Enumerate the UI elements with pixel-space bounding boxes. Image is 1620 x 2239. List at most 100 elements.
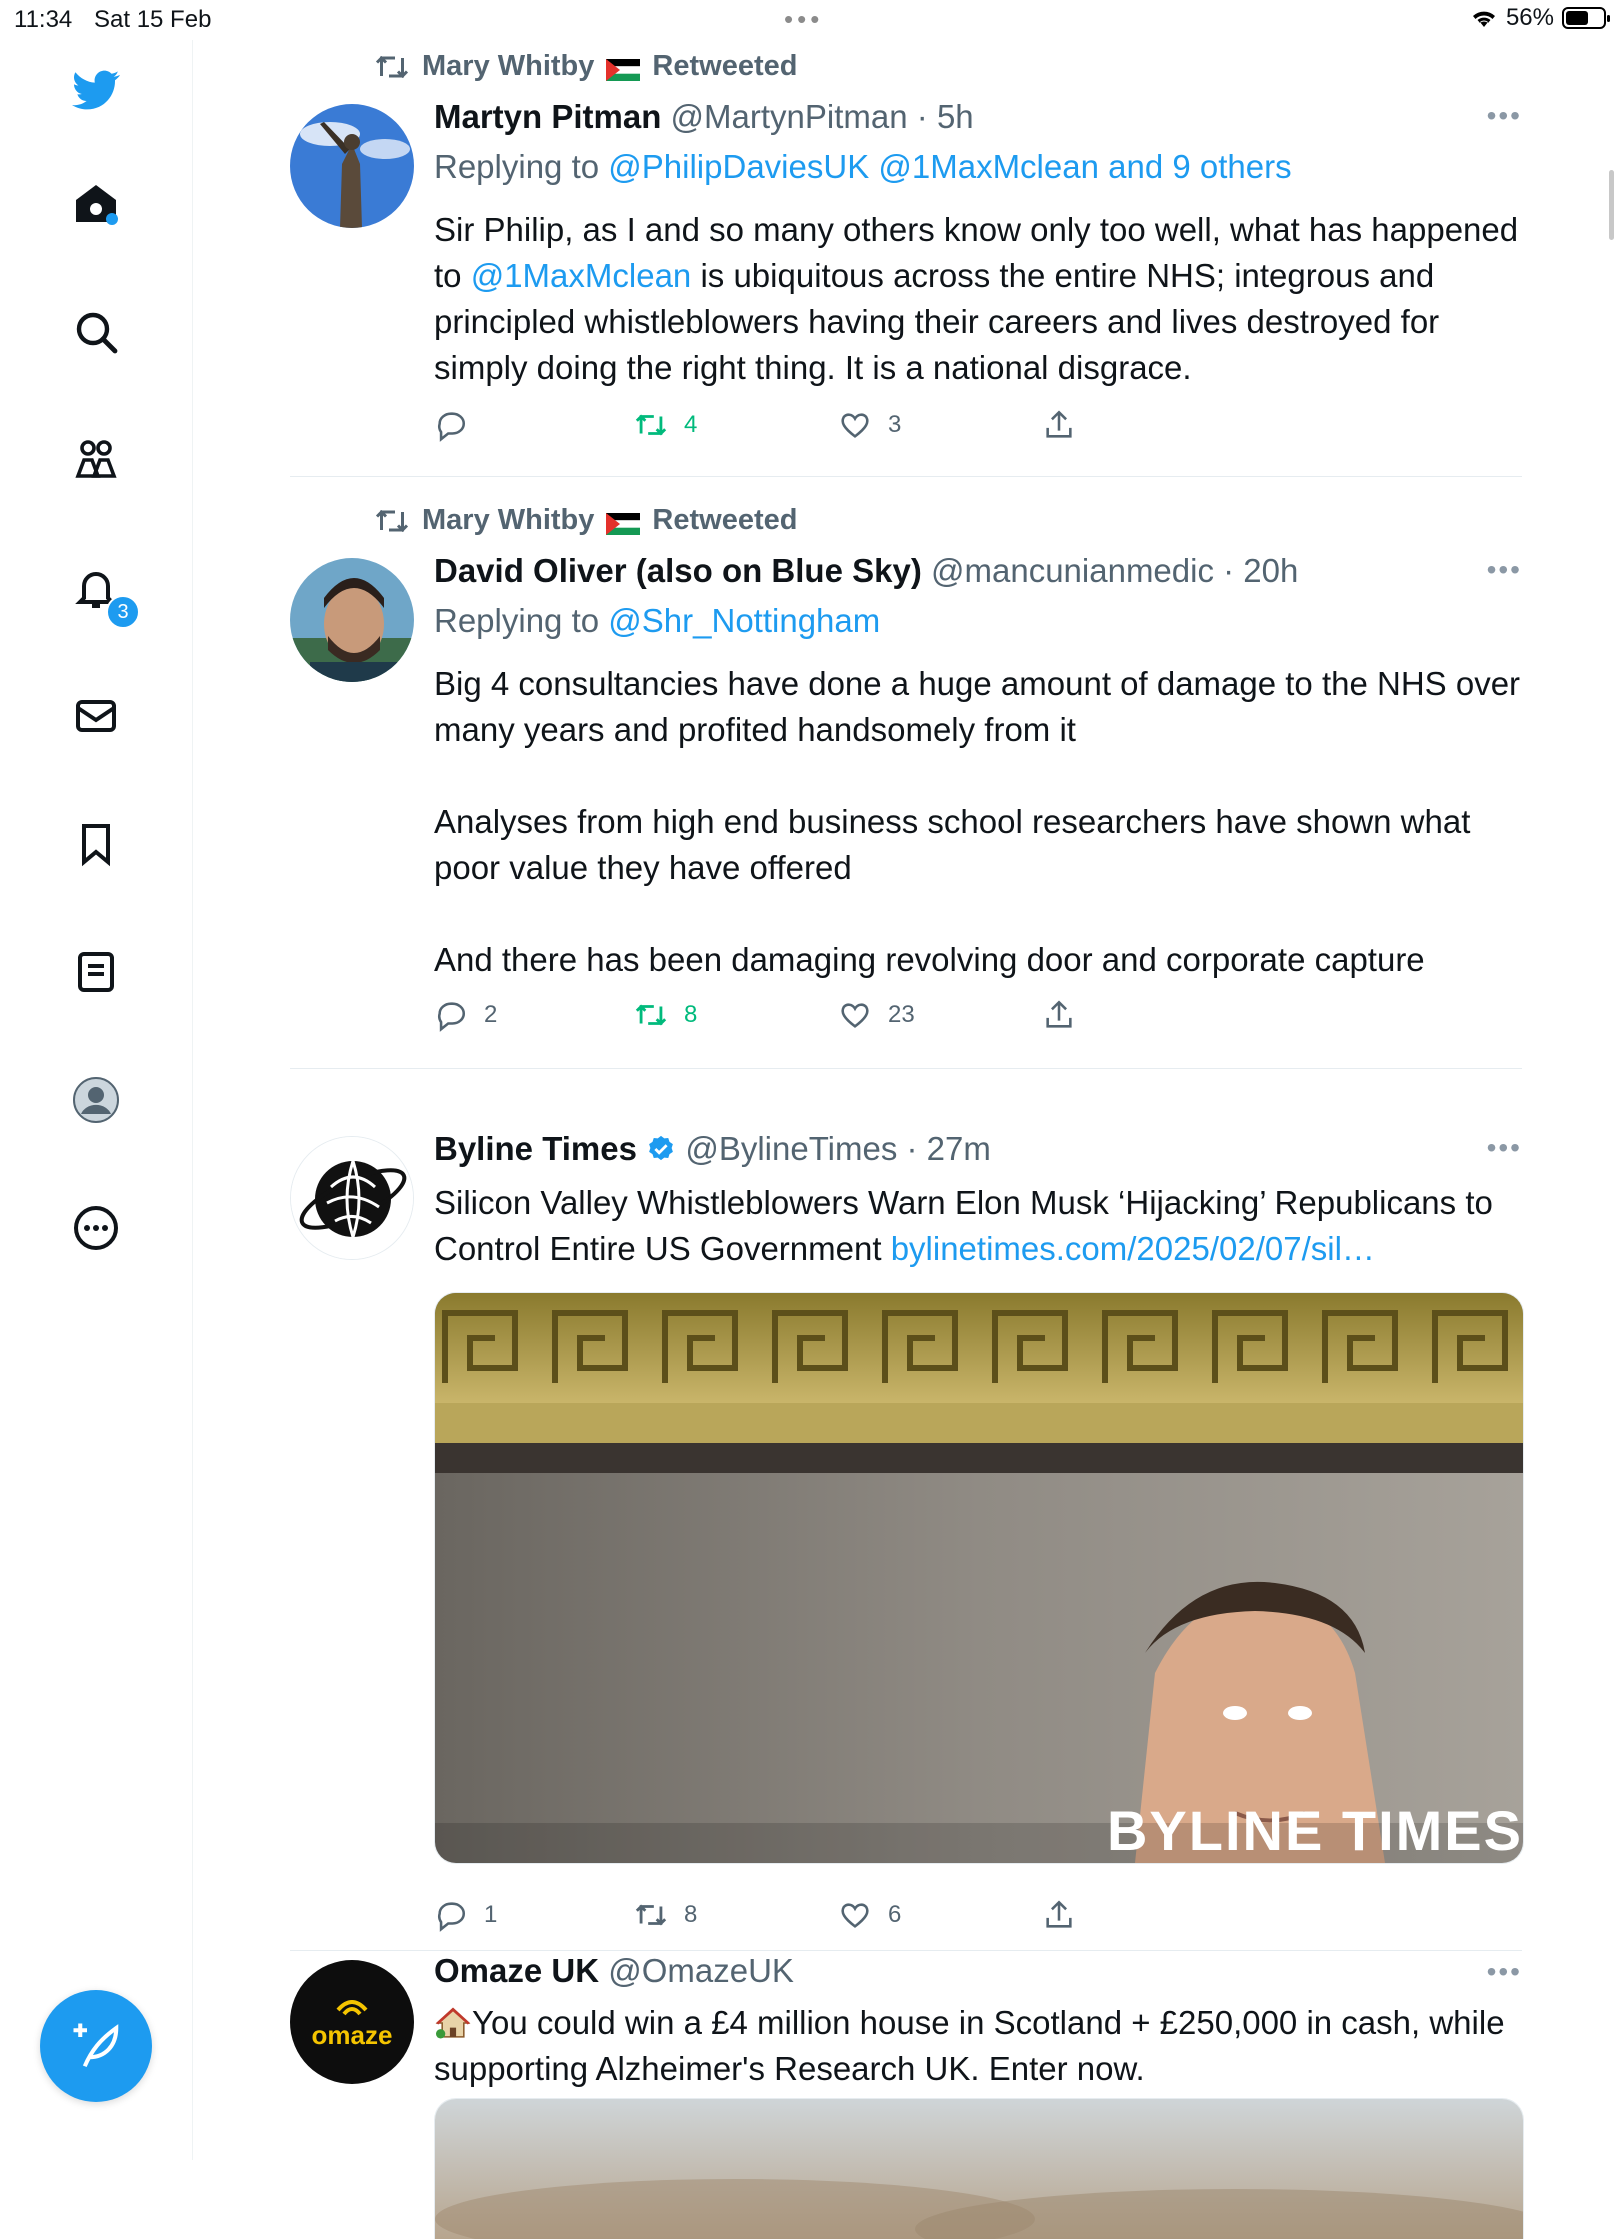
display-name[interactable]: Byline Times xyxy=(434,1130,637,1167)
divider xyxy=(290,1068,1522,1069)
replying-to-label: Replying to xyxy=(434,148,600,185)
tweet-image[interactable]: BYLINE TIMES xyxy=(434,1292,1524,1864)
more-options-icon[interactable]: ••• xyxy=(1487,1956,1522,1988)
share-button[interactable] xyxy=(1042,408,1076,442)
timestamp[interactable]: · 20h xyxy=(1223,552,1298,589)
more-options-icon[interactable]: ••• xyxy=(1487,1132,1522,1164)
timestamp[interactable]: · 27m xyxy=(907,1130,991,1167)
retweeted-label: Retweeted xyxy=(652,50,798,82)
replying-to: Replying to @Shr_Nottingham xyxy=(434,602,880,640)
tweet-text: Sir Philip, as I and so many others know… xyxy=(434,207,1524,391)
retweeted-by-name[interactable]: Mary Whitby xyxy=(422,50,594,83)
retweet-icon xyxy=(375,55,409,78)
tweet-actions: 4 3 xyxy=(434,408,1434,448)
battery-icon xyxy=(1562,7,1610,29)
twitter-logo-icon[interactable] xyxy=(70,64,122,116)
heart-icon xyxy=(841,1003,869,1028)
reply-button[interactable]: 1 xyxy=(434,1898,497,1932)
retweet-icon xyxy=(635,1904,667,1926)
house-emoji-icon xyxy=(435,2007,471,2039)
retweet-button[interactable]: 4 xyxy=(634,408,697,442)
mention-link[interactable]: @1MaxMclean xyxy=(471,257,692,294)
share-icon xyxy=(1046,410,1072,438)
like-button[interactable]: 6 xyxy=(838,1898,901,1932)
handle[interactable]: @BylineTimes xyxy=(685,1130,897,1167)
retweet-icon xyxy=(375,509,409,532)
status-date: Sat 15 Feb xyxy=(94,6,212,33)
retweet-icon xyxy=(635,414,667,436)
share-button[interactable] xyxy=(1042,998,1076,1032)
replying-to: Replying to @PhilipDaviesUK @1MaxMclean … xyxy=(434,148,1292,186)
handle[interactable]: @OmazeUK xyxy=(608,1952,794,1989)
retweet-context: Mary Whitby Retweeted xyxy=(374,50,797,83)
retweet-count: 8 xyxy=(684,1901,698,1928)
tweet-header: Omaze UK @OmazeUK xyxy=(434,1952,794,1990)
palestine-flag-icon xyxy=(606,510,641,535)
search-icon[interactable] xyxy=(70,306,122,358)
tweet-header: Martyn Pitman @MartynPitman · 5h xyxy=(434,98,974,136)
multitask-dots-icon[interactable]: ••• xyxy=(784,4,823,35)
tweet-text: You could win a £4 million house in Scot… xyxy=(434,2000,1524,2092)
display-name[interactable]: Martyn Pitman xyxy=(434,98,661,135)
tweet-paragraph: Analyses from high end business school r… xyxy=(434,803,1471,886)
tweet-image[interactable] xyxy=(434,2098,1524,2239)
wifi-icon xyxy=(1472,11,1495,27)
more-options-icon[interactable]: ••• xyxy=(1487,554,1522,586)
reply-count: 1 xyxy=(484,1901,498,1928)
like-button[interactable]: 23 xyxy=(838,998,915,1032)
like-count: 23 xyxy=(888,1001,915,1028)
communities-icon[interactable] xyxy=(70,434,122,486)
sidebar: 3 xyxy=(0,40,193,2160)
tweet-text-part: You could win a £4 million house in Scot… xyxy=(434,2004,1505,2087)
display-name[interactable]: David Oliver (also on Blue Sky) xyxy=(434,552,922,589)
retweet-button[interactable]: 8 xyxy=(634,1898,697,1932)
avatar-icon[interactable] xyxy=(70,1074,122,1126)
avatar[interactable] xyxy=(290,1136,414,1260)
retweet-icon xyxy=(635,1004,667,1026)
more-options-icon[interactable]: ••• xyxy=(1487,100,1522,132)
reply-button[interactable] xyxy=(434,408,484,442)
retweet-count: 8 xyxy=(684,1001,698,1028)
palestine-flag-icon xyxy=(606,56,641,81)
replying-to-mentions[interactable]: @Shr_Nottingham xyxy=(608,602,880,639)
scrollbar[interactable] xyxy=(1609,170,1614,240)
tweet-actions: 1 8 6 xyxy=(434,1898,1434,1938)
tweet-text: Silicon Valley Whistleblowers Warn Elon … xyxy=(434,1180,1524,1272)
bookmark-icon[interactable] xyxy=(70,818,122,870)
article-link[interactable]: bylinetimes.com/2025/02/07/sil… xyxy=(891,1230,1375,1267)
divider xyxy=(290,1950,1522,1951)
tweet-paragraph: Big 4 consultancies have done a huge amo… xyxy=(434,665,1521,748)
compose-button[interactable] xyxy=(40,1990,152,2102)
more-circle-icon[interactable] xyxy=(70,1202,122,1254)
reply-button[interactable]: 2 xyxy=(434,998,497,1032)
avatar[interactable]: omaze xyxy=(290,1960,414,2084)
status-right: 56% xyxy=(1470,4,1610,32)
like-count: 6 xyxy=(888,1901,902,1928)
retweet-count: 4 xyxy=(684,411,698,438)
compose-feather-icon xyxy=(73,2023,119,2068)
retweet-context: Mary Whitby Retweeted xyxy=(374,504,797,537)
retweeted-by-name[interactable]: Mary Whitby xyxy=(422,504,594,537)
avatar[interactable] xyxy=(290,104,414,228)
retweet-button[interactable]: 8 xyxy=(634,998,697,1032)
reply-icon xyxy=(438,1002,465,1032)
avatar-text: omaze xyxy=(311,2019,393,2050)
handle[interactable]: @mancunianmedic xyxy=(931,552,1214,589)
share-button[interactable] xyxy=(1042,1898,1076,1932)
reply-icon xyxy=(438,1902,465,1932)
notifications-badge: 3 xyxy=(106,595,140,629)
timestamp[interactable]: · 5h xyxy=(917,98,974,135)
divider xyxy=(290,476,1522,477)
replying-to-mentions[interactable]: @PhilipDaviesUK @1MaxMclean and 9 others xyxy=(608,148,1291,185)
list-icon[interactable] xyxy=(70,946,122,998)
tweet-text: Big 4 consultancies have done a huge amo… xyxy=(434,661,1524,983)
image-watermark: BYLINE TIMES xyxy=(1106,1799,1523,1862)
verified-badge-icon xyxy=(649,1135,674,1161)
home-unread-dot xyxy=(106,213,118,225)
omaze-logo-icon xyxy=(336,1999,368,2015)
like-button[interactable]: 3 xyxy=(838,408,901,442)
avatar[interactable] xyxy=(290,558,414,682)
envelope-icon[interactable] xyxy=(70,690,122,742)
display-name[interactable]: Omaze UK xyxy=(434,1952,599,1989)
handle[interactable]: @MartynPitman xyxy=(671,98,908,135)
